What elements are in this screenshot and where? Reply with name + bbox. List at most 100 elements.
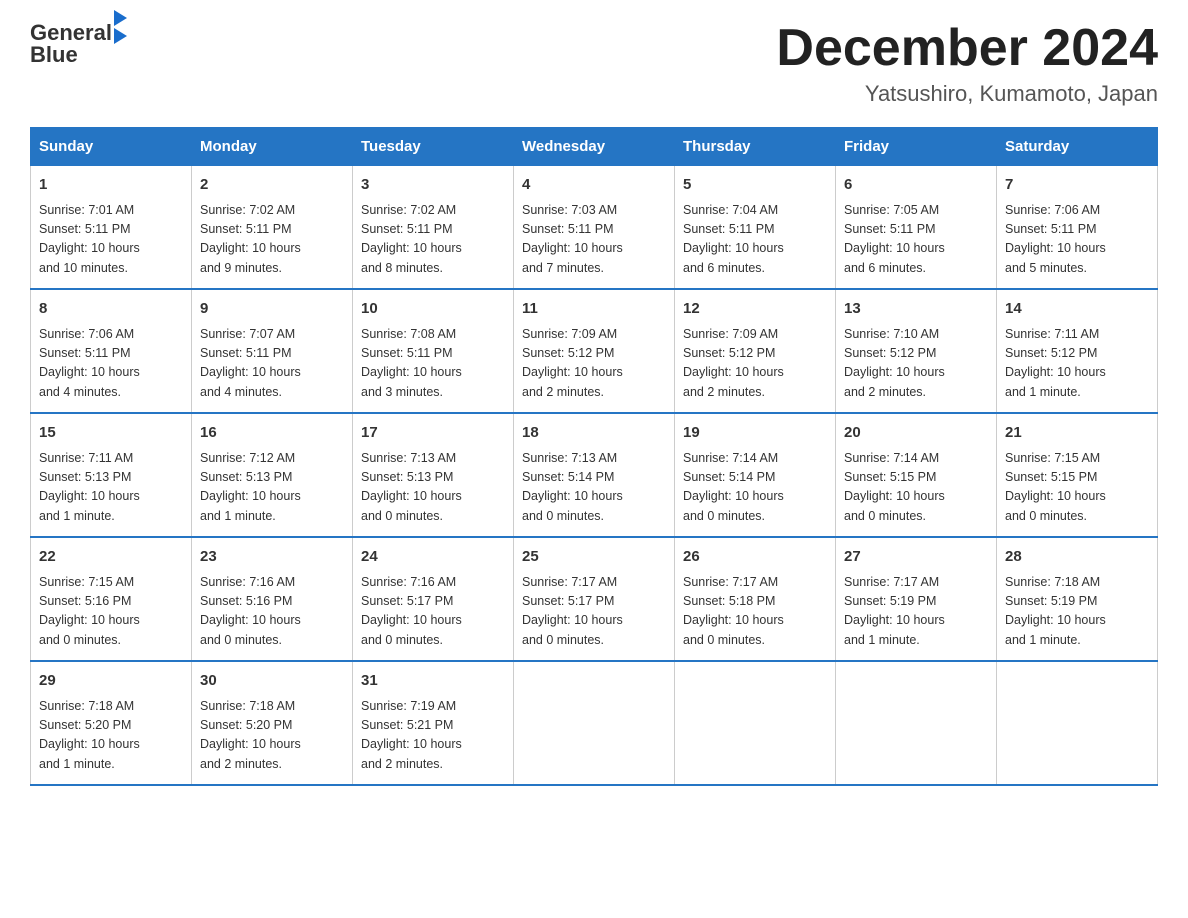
day-number: 2 — [200, 174, 344, 197]
calendar-cell: 15 Sunrise: 7:11 AMSunset: 5:13 PMDaylig… — [31, 413, 192, 537]
day-info: Sunrise: 7:19 AMSunset: 5:21 PMDaylight:… — [361, 697, 505, 775]
day-number: 17 — [361, 422, 505, 445]
day-number: 13 — [844, 298, 988, 321]
col-header-sunday: Sunday — [31, 128, 192, 166]
calendar-cell: 28 Sunrise: 7:18 AMSunset: 5:19 PMDaylig… — [997, 537, 1158, 661]
day-number: 28 — [1005, 546, 1149, 569]
day-number: 24 — [361, 546, 505, 569]
day-info: Sunrise: 7:14 AMSunset: 5:14 PMDaylight:… — [683, 449, 827, 527]
calendar-table: SundayMondayTuesdayWednesdayThursdayFrid… — [30, 127, 1158, 786]
day-number: 7 — [1005, 174, 1149, 197]
day-info: Sunrise: 7:11 AMSunset: 5:12 PMDaylight:… — [1005, 325, 1149, 403]
month-title: December 2024 — [776, 20, 1158, 77]
calendar-cell: 29 Sunrise: 7:18 AMSunset: 5:20 PMDaylig… — [31, 661, 192, 785]
logo-text-blue: Blue — [30, 42, 78, 68]
day-number: 10 — [361, 298, 505, 321]
day-info: Sunrise: 7:05 AMSunset: 5:11 PMDaylight:… — [844, 201, 988, 279]
col-header-thursday: Thursday — [675, 128, 836, 166]
calendar-cell — [997, 661, 1158, 785]
day-info: Sunrise: 7:13 AMSunset: 5:14 PMDaylight:… — [522, 449, 666, 527]
day-info: Sunrise: 7:06 AMSunset: 5:11 PMDaylight:… — [39, 325, 183, 403]
day-number: 6 — [844, 174, 988, 197]
calendar-cell: 9 Sunrise: 7:07 AMSunset: 5:11 PMDayligh… — [192, 289, 353, 413]
day-number: 16 — [200, 422, 344, 445]
day-info: Sunrise: 7:04 AMSunset: 5:11 PMDaylight:… — [683, 201, 827, 279]
day-info: Sunrise: 7:18 AMSunset: 5:20 PMDaylight:… — [39, 697, 183, 775]
calendar-cell: 19 Sunrise: 7:14 AMSunset: 5:14 PMDaylig… — [675, 413, 836, 537]
day-info: Sunrise: 7:11 AMSunset: 5:13 PMDaylight:… — [39, 449, 183, 527]
calendar-cell: 2 Sunrise: 7:02 AMSunset: 5:11 PMDayligh… — [192, 166, 353, 290]
day-number: 14 — [1005, 298, 1149, 321]
week-row-3: 15 Sunrise: 7:11 AMSunset: 5:13 PMDaylig… — [31, 413, 1158, 537]
day-info: Sunrise: 7:02 AMSunset: 5:11 PMDaylight:… — [200, 201, 344, 279]
day-number: 30 — [200, 670, 344, 693]
page-header: General Blue December 2024 Yatsushiro, K… — [30, 20, 1158, 107]
day-info: Sunrise: 7:09 AMSunset: 5:12 PMDaylight:… — [683, 325, 827, 403]
day-number: 29 — [39, 670, 183, 693]
day-info: Sunrise: 7:18 AMSunset: 5:19 PMDaylight:… — [1005, 573, 1149, 651]
title-block: December 2024 Yatsushiro, Kumamoto, Japa… — [776, 20, 1158, 107]
day-number: 21 — [1005, 422, 1149, 445]
day-number: 15 — [39, 422, 183, 445]
day-info: Sunrise: 7:02 AMSunset: 5:11 PMDaylight:… — [361, 201, 505, 279]
col-header-saturday: Saturday — [997, 128, 1158, 166]
logo: General Blue — [30, 20, 127, 68]
calendar-cell: 1 Sunrise: 7:01 AMSunset: 5:11 PMDayligh… — [31, 166, 192, 290]
calendar-cell: 25 Sunrise: 7:17 AMSunset: 5:17 PMDaylig… — [514, 537, 675, 661]
day-info: Sunrise: 7:17 AMSunset: 5:19 PMDaylight:… — [844, 573, 988, 651]
col-header-friday: Friday — [836, 128, 997, 166]
day-number: 9 — [200, 298, 344, 321]
day-info: Sunrise: 7:18 AMSunset: 5:20 PMDaylight:… — [200, 697, 344, 775]
day-info: Sunrise: 7:06 AMSunset: 5:11 PMDaylight:… — [1005, 201, 1149, 279]
day-info: Sunrise: 7:15 AMSunset: 5:15 PMDaylight:… — [1005, 449, 1149, 527]
day-info: Sunrise: 7:01 AMSunset: 5:11 PMDaylight:… — [39, 201, 183, 279]
calendar-cell: 22 Sunrise: 7:15 AMSunset: 5:16 PMDaylig… — [31, 537, 192, 661]
calendar-cell: 6 Sunrise: 7:05 AMSunset: 5:11 PMDayligh… — [836, 166, 997, 290]
day-number: 31 — [361, 670, 505, 693]
calendar-cell: 7 Sunrise: 7:06 AMSunset: 5:11 PMDayligh… — [997, 166, 1158, 290]
day-number: 26 — [683, 546, 827, 569]
day-info: Sunrise: 7:17 AMSunset: 5:17 PMDaylight:… — [522, 573, 666, 651]
day-number: 8 — [39, 298, 183, 321]
day-number: 5 — [683, 174, 827, 197]
day-info: Sunrise: 7:16 AMSunset: 5:16 PMDaylight:… — [200, 573, 344, 651]
day-number: 20 — [844, 422, 988, 445]
calendar-cell: 12 Sunrise: 7:09 AMSunset: 5:12 PMDaylig… — [675, 289, 836, 413]
calendar-cell: 27 Sunrise: 7:17 AMSunset: 5:19 PMDaylig… — [836, 537, 997, 661]
calendar-cell: 16 Sunrise: 7:12 AMSunset: 5:13 PMDaylig… — [192, 413, 353, 537]
calendar-cell: 5 Sunrise: 7:04 AMSunset: 5:11 PMDayligh… — [675, 166, 836, 290]
calendar-cell: 14 Sunrise: 7:11 AMSunset: 5:12 PMDaylig… — [997, 289, 1158, 413]
calendar-cell: 26 Sunrise: 7:17 AMSunset: 5:18 PMDaylig… — [675, 537, 836, 661]
day-info: Sunrise: 7:12 AMSunset: 5:13 PMDaylight:… — [200, 449, 344, 527]
day-info: Sunrise: 7:13 AMSunset: 5:13 PMDaylight:… — [361, 449, 505, 527]
calendar-cell: 20 Sunrise: 7:14 AMSunset: 5:15 PMDaylig… — [836, 413, 997, 537]
day-info: Sunrise: 7:14 AMSunset: 5:15 PMDaylight:… — [844, 449, 988, 527]
week-row-4: 22 Sunrise: 7:15 AMSunset: 5:16 PMDaylig… — [31, 537, 1158, 661]
calendar-cell: 10 Sunrise: 7:08 AMSunset: 5:11 PMDaylig… — [353, 289, 514, 413]
day-number: 1 — [39, 174, 183, 197]
calendar-cell: 11 Sunrise: 7:09 AMSunset: 5:12 PMDaylig… — [514, 289, 675, 413]
day-info: Sunrise: 7:08 AMSunset: 5:11 PMDaylight:… — [361, 325, 505, 403]
col-header-monday: Monday — [192, 128, 353, 166]
day-number: 25 — [522, 546, 666, 569]
day-info: Sunrise: 7:10 AMSunset: 5:12 PMDaylight:… — [844, 325, 988, 403]
calendar-cell — [514, 661, 675, 785]
day-info: Sunrise: 7:17 AMSunset: 5:18 PMDaylight:… — [683, 573, 827, 651]
day-number: 3 — [361, 174, 505, 197]
day-info: Sunrise: 7:09 AMSunset: 5:12 PMDaylight:… — [522, 325, 666, 403]
calendar-cell: 18 Sunrise: 7:13 AMSunset: 5:14 PMDaylig… — [514, 413, 675, 537]
calendar-cell — [836, 661, 997, 785]
day-number: 23 — [200, 546, 344, 569]
day-info: Sunrise: 7:16 AMSunset: 5:17 PMDaylight:… — [361, 573, 505, 651]
calendar-cell: 23 Sunrise: 7:16 AMSunset: 5:16 PMDaylig… — [192, 537, 353, 661]
day-info: Sunrise: 7:03 AMSunset: 5:11 PMDaylight:… — [522, 201, 666, 279]
calendar-cell: 3 Sunrise: 7:02 AMSunset: 5:11 PMDayligh… — [353, 166, 514, 290]
calendar-cell: 17 Sunrise: 7:13 AMSunset: 5:13 PMDaylig… — [353, 413, 514, 537]
calendar-cell: 21 Sunrise: 7:15 AMSunset: 5:15 PMDaylig… — [997, 413, 1158, 537]
day-number: 19 — [683, 422, 827, 445]
calendar-cell: 24 Sunrise: 7:16 AMSunset: 5:17 PMDaylig… — [353, 537, 514, 661]
day-info: Sunrise: 7:07 AMSunset: 5:11 PMDaylight:… — [200, 325, 344, 403]
week-row-2: 8 Sunrise: 7:06 AMSunset: 5:11 PMDayligh… — [31, 289, 1158, 413]
calendar-cell: 30 Sunrise: 7:18 AMSunset: 5:20 PMDaylig… — [192, 661, 353, 785]
day-number: 11 — [522, 298, 666, 321]
